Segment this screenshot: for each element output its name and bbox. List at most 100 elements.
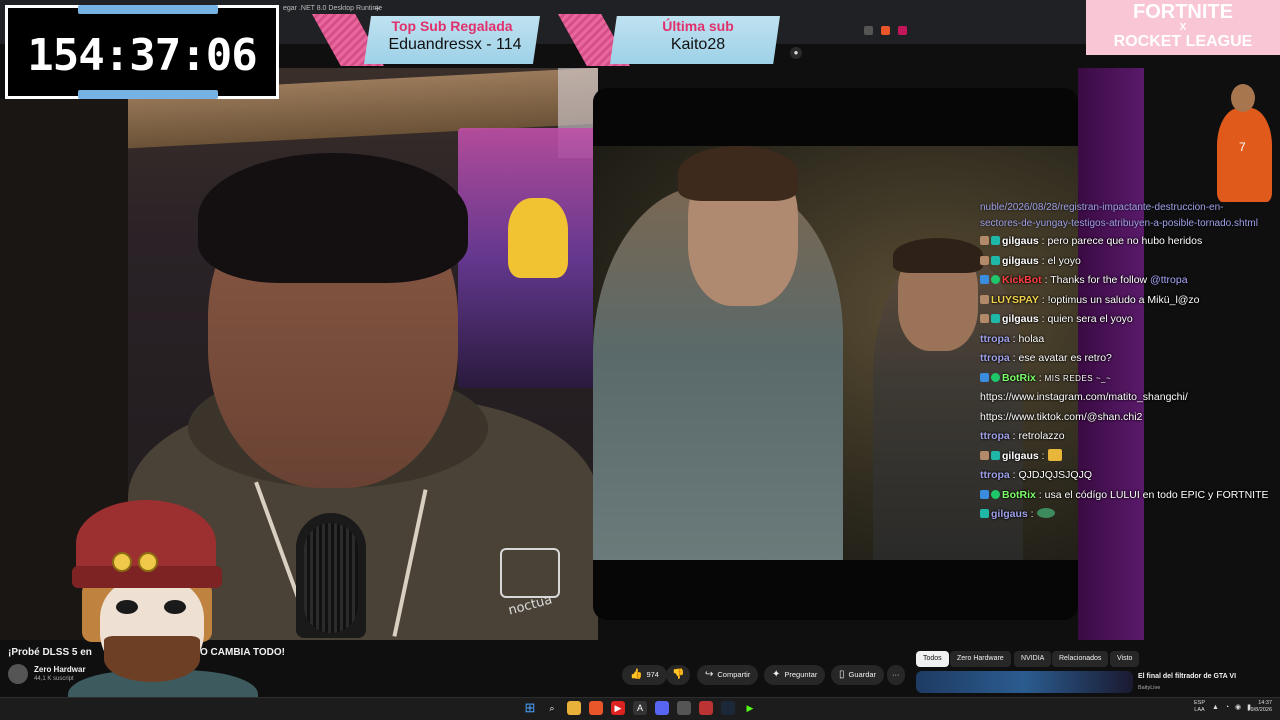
cast-icon[interactable]: [864, 26, 873, 35]
steam-icon[interactable]: [721, 701, 735, 715]
brave-shield-icon[interactable]: [881, 26, 890, 35]
chip-visto[interactable]: Visto: [1110, 651, 1140, 667]
top-sub-banner: Top Sub Regalada Eduandressx - 114: [312, 14, 540, 66]
timer-value: 154:37:06: [27, 30, 257, 81]
streamer-hair: [198, 153, 468, 283]
search-icon[interactable]: ⌕: [545, 701, 559, 715]
chat-badge-icon: [991, 372, 1000, 382]
app-a-icon[interactable]: A: [633, 701, 647, 715]
jersey-number: 7: [1239, 140, 1246, 154]
footballer-sticker: 7: [1205, 80, 1280, 202]
timer-bar-bottom: [78, 90, 218, 99]
chip-zero-hardware[interactable]: Zero Hardware: [950, 651, 1011, 667]
chat-badge-icon: [980, 314, 989, 323]
chat-username[interactable]: ttropa: [980, 469, 1010, 481]
chat-message: gilgaus : el yoyo: [980, 252, 1270, 272]
windows-start-icon[interactable]: ⊞: [523, 701, 537, 715]
chat-username[interactable]: gilgaus: [1002, 255, 1039, 267]
chat-username[interactable]: gilgaus: [1002, 313, 1039, 325]
clock-date: 29/8/2026: [1247, 707, 1272, 713]
avatar-beard: [104, 636, 200, 682]
chat-separator: :: [1009, 469, 1019, 481]
chat-badge-icon: [980, 236, 989, 245]
chat-badge-icon: [980, 509, 989, 518]
chat-separator: :: [1035, 371, 1045, 384]
chat-url-continuation[interactable]: nuble/2026/08/28/registran-impactante-de…: [980, 200, 1260, 232]
taskbar-clock[interactable]: 14:37 29/8/2026: [1232, 700, 1272, 714]
chat-text[interactable]: https://www.instagram.com/matito_shangch…: [980, 391, 1188, 403]
chat-badge-icon: [991, 236, 1000, 245]
chat-text: retrolazzo: [1018, 430, 1065, 442]
channel-avatar[interactable]: [8, 664, 28, 684]
beanie-pin: [138, 552, 158, 572]
chat-message: gilgaus : pero parece que no hubo herido…: [980, 232, 1270, 252]
kick-icon[interactable]: ▶: [743, 701, 757, 715]
brave-browser-icon[interactable]: [589, 701, 603, 715]
mic-icon[interactable]: ●: [790, 47, 802, 59]
chat-text: quien sera el yoyo: [1047, 313, 1133, 325]
chat-username[interactable]: ttropa: [980, 333, 1010, 345]
like-button[interactable]: 👍 974: [622, 665, 667, 685]
recommended-channel[interactable]: BaityLive: [1138, 685, 1160, 691]
pikachu-figure: [508, 198, 568, 278]
share-button[interactable]: ↪ Compartir: [697, 665, 759, 685]
save-button[interactable]: ▯ Guardar: [831, 665, 885, 685]
chat-separator: :: [1009, 430, 1019, 442]
stream-timer: 154:37:06: [5, 5, 279, 99]
last-sub-label: Última sub: [662, 18, 734, 34]
chat-message: BotRix : MIS REDES ~_~: [980, 369, 1270, 389]
noctua-logo: [500, 548, 560, 598]
chat-username[interactable]: gilgaus: [991, 508, 1028, 520]
chat-separator: :: [1038, 235, 1048, 247]
dislike-button[interactable]: 👎: [666, 665, 691, 685]
extension-icon[interactable]: [898, 26, 907, 35]
chat-separator: :: [1038, 313, 1048, 325]
more-button[interactable]: ···: [887, 665, 905, 685]
last-sub-value: Kaito28: [670, 36, 726, 53]
bookmark-icon: ▯: [839, 669, 845, 680]
chat-username[interactable]: KickBot: [1002, 274, 1042, 286]
chat-username[interactable]: ttropa: [980, 352, 1010, 364]
chat-badge-icon: [980, 489, 989, 499]
chip-nvidia[interactable]: NVIDIA: [1014, 651, 1052, 667]
keyboard-language[interactable]: ESP LAA: [1194, 700, 1205, 714]
chat-username[interactable]: BotRix: [1002, 372, 1036, 384]
chat-badge-icon: [991, 275, 1000, 284]
chat-message: LUYSPAY : !optimus un saludo a Mikü_l@zo: [980, 291, 1270, 311]
chat-separator: :: [1035, 488, 1045, 501]
discord-icon[interactable]: [655, 701, 669, 715]
chip-relacionados[interactable]: Relacionados: [1052, 651, 1109, 667]
app-v-icon[interactable]: [699, 701, 713, 715]
microphone-grille: [304, 523, 358, 633]
chat-text: Thanks for the follow: [1050, 274, 1151, 286]
media-player-icon[interactable]: ▶: [611, 701, 625, 715]
top-sub-label: Top Sub Regalada: [391, 18, 513, 34]
chat-username[interactable]: ttropa: [980, 430, 1010, 442]
chat-text: usa el códígo LULUI en todo EPIC y FORTN…: [1044, 488, 1269, 501]
github-icon[interactable]: [677, 701, 691, 715]
recommended-title[interactable]: El final del filtrador de GTA VI: [1138, 673, 1236, 680]
browser-tab-title[interactable]: egar .NET 8.0 Desktop Runtime: [283, 5, 382, 12]
chat-mention[interactable]: @ttropa: [1150, 274, 1188, 286]
top-sub-value: Eduandressx - 114: [388, 36, 522, 53]
game-character-right-hair: [893, 238, 983, 273]
chat-separator: :: [1038, 293, 1048, 306]
chat-message: https://www.instagram.com/matito_shangch…: [980, 388, 1270, 408]
chat-text: MIS REDES ~_~: [1044, 373, 1112, 383]
chat-username[interactable]: gilgaus: [1002, 450, 1039, 462]
chip-todos[interactable]: Todos: [916, 651, 949, 667]
chat-badge-icon: [991, 314, 1000, 323]
chat-text[interactable]: https://www.tiktok.com/@shan.chi2: [980, 411, 1142, 423]
file-explorer-icon[interactable]: [567, 701, 581, 715]
chat-text: holaa: [1018, 332, 1045, 345]
chat-message: gilgaus :: [980, 447, 1270, 467]
chat-message: ttropa : QJDJQJSJQJQ: [980, 466, 1270, 486]
chat-username[interactable]: LUYSPAY: [991, 294, 1039, 306]
recommended-thumbnail[interactable]: [916, 671, 1133, 693]
chat-username[interactable]: BotRix: [1002, 489, 1036, 501]
chat-separator: :: [1009, 332, 1019, 345]
ask-button[interactable]: ✦ Preguntar: [764, 665, 826, 685]
beanie-pin: [112, 552, 132, 572]
chat-badge-icon: [980, 294, 989, 304]
chat-username[interactable]: gilgaus: [1002, 235, 1039, 247]
